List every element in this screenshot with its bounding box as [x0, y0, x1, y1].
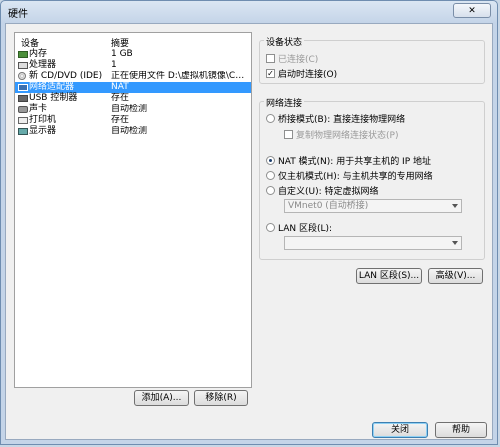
printer-icon — [18, 117, 28, 124]
connected-checkbox-row[interactable]: 已连接(C) — [266, 52, 318, 65]
device-summary: 自动检测 — [111, 126, 148, 136]
close-icon: ✕ — [468, 5, 476, 16]
device-name: 网络适配器 — [29, 82, 75, 92]
device-list-header: 设备 摘要 — [15, 33, 251, 49]
display-icon — [18, 128, 28, 135]
device-summary: 正在使用文件 D:\虚拟机镜像\Cen... — [111, 71, 249, 81]
host-only-label: 仅主机模式(H): 与主机共享的专用网络 — [278, 172, 433, 182]
network-connection-group: 网络连接 桥接模式(B): 直接连接物理网络 复制物理网络连接状态(P) NAT… — [259, 96, 485, 260]
device-row-usb-controller[interactable]: USB 控制器 存在 — [15, 93, 251, 104]
bridged-mode-option[interactable]: 桥接模式(B): 直接连接物理网络 — [266, 112, 405, 125]
lan-segment-radio[interactable] — [266, 223, 275, 232]
chevron-down-icon — [452, 241, 458, 245]
lan-segment-label: LAN 区段(L): — [278, 224, 333, 234]
device-name: 打印机 — [29, 115, 57, 125]
close-button[interactable]: 关闭 — [372, 422, 428, 438]
device-row-display[interactable]: 显示器 自动检测 — [15, 126, 251, 137]
device-summary: NAT — [111, 82, 129, 92]
nat-mode-option[interactable]: NAT 模式(N): 用于共享主机的 IP 地址 — [266, 154, 431, 167]
device-name: 声卡 — [29, 104, 48, 114]
usb-icon — [18, 95, 28, 102]
custom-network-option[interactable]: 自定义(U): 特定虚拟网络 — [266, 184, 379, 197]
device-name: 新 CD/DVD (IDE) — [29, 71, 103, 81]
device-row-processor[interactable]: 处理器 1 — [15, 60, 251, 71]
cpu-icon — [18, 62, 28, 69]
network-connection-title: 网络连接 — [264, 96, 305, 109]
device-status-group: 设备状态 已连接(C) ✓ 启动时连接(O) — [259, 35, 485, 84]
device-name: 内存 — [29, 49, 48, 59]
device-rows: 内存 1 GB 处理器 1 新 CD/DVD (IDE) 正在使用文件 D:\虚… — [15, 49, 251, 137]
hardware-dialog: 硬件 ✕ 设备 摘要 内存 1 GB 处理器 1 新 CD/DVD (IDE) … — [0, 0, 498, 445]
replicate-state-checkbox[interactable] — [284, 130, 293, 139]
custom-radio[interactable] — [266, 186, 275, 195]
device-name: USB 控制器 — [29, 93, 78, 103]
lan-segment-select[interactable] — [284, 236, 462, 250]
column-header-summary[interactable]: 摘要 — [111, 36, 129, 49]
lan-segments-button[interactable]: LAN 区段(S)... — [356, 268, 422, 284]
device-status-title: 设备状态 — [264, 35, 305, 48]
device-row-cd-dvd[interactable]: 新 CD/DVD (IDE) 正在使用文件 D:\虚拟机镜像\Cen... — [15, 71, 251, 82]
bridged-label: 桥接模式(B): 直接连接物理网络 — [278, 115, 406, 125]
connect-at-power-on-checkbox[interactable]: ✓ — [266, 69, 275, 78]
nat-label: NAT 模式(N): 用于共享主机的 IP 地址 — [278, 157, 432, 167]
help-button[interactable]: 帮助 — [435, 422, 487, 438]
device-row-network-adapter[interactable]: 网络适配器 NAT — [15, 82, 251, 93]
advanced-button[interactable]: 高级(V)... — [428, 268, 483, 284]
host-only-option[interactable]: 仅主机模式(H): 与主机共享的专用网络 — [266, 169, 433, 182]
column-header-device[interactable]: 设备 — [21, 36, 39, 49]
network-adapter-icon — [18, 84, 28, 91]
bridged-radio[interactable] — [266, 114, 275, 123]
device-row-memory[interactable]: 内存 1 GB — [15, 49, 251, 60]
host-only-radio[interactable] — [266, 171, 275, 180]
memory-icon — [18, 51, 28, 58]
nat-radio[interactable] — [266, 156, 275, 165]
cd-icon — [18, 72, 26, 80]
window-title: 硬件 — [8, 9, 28, 20]
connected-checkbox[interactable] — [266, 54, 275, 63]
device-summary: 存在 — [111, 93, 130, 103]
device-list: 设备 摘要 内存 1 GB 处理器 1 新 CD/DVD (IDE) 正在使用文 — [14, 32, 252, 388]
sound-card-icon — [18, 106, 28, 113]
add-device-button[interactable]: 添加(A)... — [134, 390, 189, 406]
lan-segment-option[interactable]: LAN 区段(L): — [266, 221, 332, 234]
replicate-state-option[interactable]: 复制物理网络连接状态(P) — [284, 128, 398, 141]
custom-network-value: VMnet0 (自动桥接) — [288, 201, 369, 211]
dialog-content: 设备 摘要 内存 1 GB 处理器 1 新 CD/DVD (IDE) 正在使用文 — [5, 23, 493, 440]
window-close-button[interactable]: ✕ — [453, 3, 491, 18]
replicate-state-label: 复制物理网络连接状态(P) — [296, 131, 399, 141]
device-summary: 1 GB — [111, 49, 133, 59]
custom-label: 自定义(U): 特定虚拟网络 — [278, 187, 379, 197]
connect-at-power-on-row[interactable]: ✓ 启动时连接(O) — [266, 67, 337, 80]
chevron-down-icon — [452, 204, 458, 208]
connect-at-power-on-label: 启动时连接(O) — [278, 70, 338, 80]
device-name: 处理器 — [29, 60, 57, 70]
device-row-printer[interactable]: 打印机 存在 — [15, 115, 251, 126]
device-summary: 自动检测 — [111, 104, 148, 114]
device-name: 显示器 — [29, 126, 57, 136]
device-summary: 存在 — [111, 115, 130, 125]
remove-device-button[interactable]: 移除(R) — [194, 390, 248, 406]
title-bar: 硬件 ✕ — [1, 1, 497, 21]
custom-network-select[interactable]: VMnet0 (自动桥接) — [284, 199, 462, 213]
device-summary: 1 — [111, 60, 117, 70]
device-row-sound-card[interactable]: 声卡 自动检测 — [15, 104, 251, 115]
connected-label: 已连接(C) — [278, 55, 319, 65]
